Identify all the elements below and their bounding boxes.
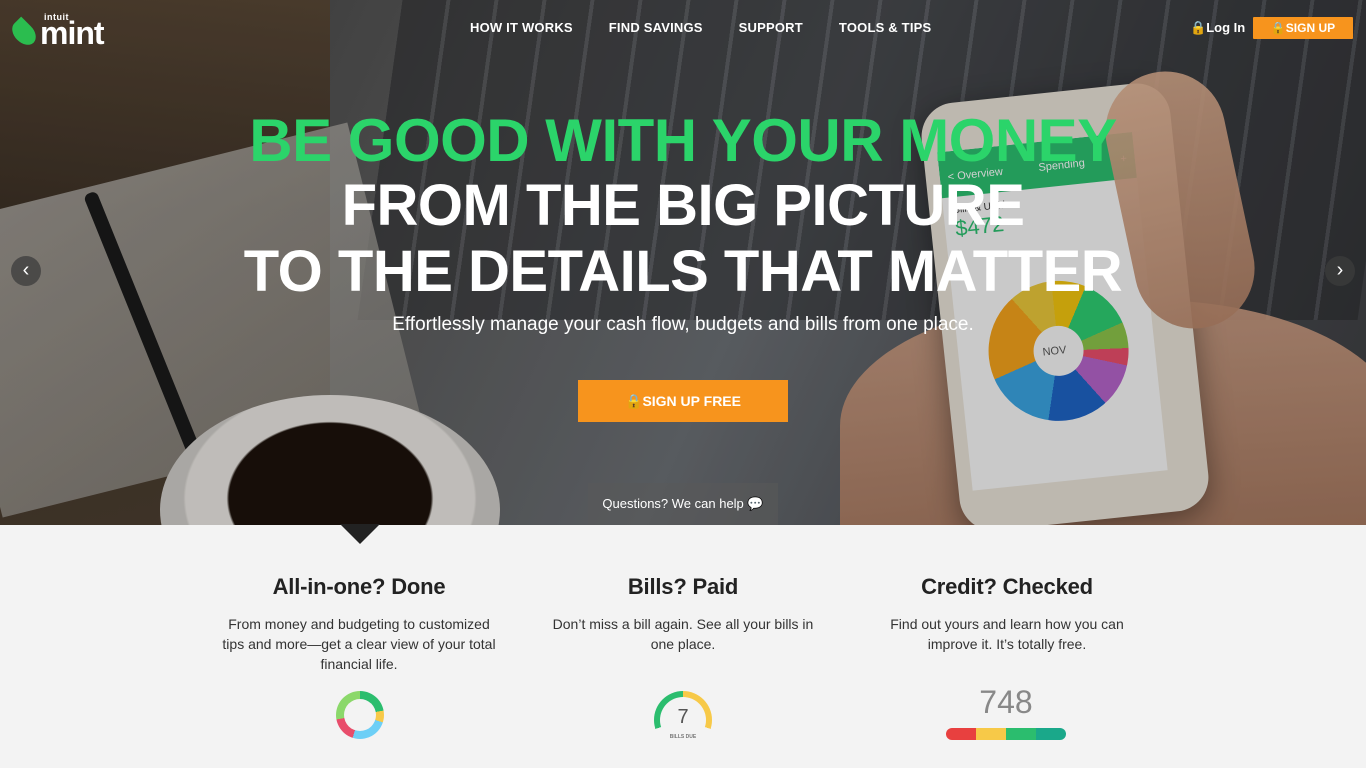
main-nav: HOW IT WORKS FIND SAVINGS SUPPORT TOOLS …: [470, 20, 931, 35]
lock-icon: 🔒: [1270, 21, 1286, 35]
hero-headline-line1: FROM THE BIG PICTURE: [341, 173, 1025, 238]
nav-tools-tips[interactable]: TOOLS & TIPS: [839, 20, 931, 35]
login-label: Log In: [1206, 20, 1246, 35]
help-chat-button[interactable]: Questions? We can help 💬: [588, 483, 778, 525]
nav-how-it-works[interactable]: HOW IT WORKS: [470, 20, 573, 35]
feature-text: Find out yours and learn how you can imp…: [890, 616, 1124, 652]
feature-text: From money and budgeting to customized t…: [222, 616, 496, 672]
feature-title: Bills? Paid: [627, 574, 739, 599]
score-segment: [946, 728, 976, 740]
chevron-left-icon: ‹: [22, 259, 30, 281]
signup-free-button[interactable]: 🔒SIGN UP FREE: [578, 380, 788, 422]
bills-due-count: 7: [677, 706, 689, 728]
nav-find-savings[interactable]: FIND SAVINGS: [609, 20, 703, 35]
intuit-wordmark: intuit: [44, 12, 69, 22]
score-segment: [1036, 728, 1066, 740]
credit-score: 748: [979, 684, 1033, 720]
signup-label: SIGN UP: [1285, 21, 1336, 35]
section-pointer: [340, 524, 380, 544]
hero-subtitle: Effortlessly manage your cash flow, budg…: [392, 314, 974, 335]
mint-leaf-icon: [7, 16, 41, 50]
bills-due-label: BILLS DUE: [669, 734, 697, 740]
feature-bills: Bills? Paid Don’t miss a bill again. See…: [543, 574, 823, 654]
feature-title: Credit? Checked: [921, 574, 1093, 599]
lock-icon: 🔒: [625, 393, 643, 409]
carousel-prev-button[interactable]: ‹: [11, 256, 41, 286]
score-segment: [976, 728, 1006, 740]
chat-bubble-icon: 💬: [747, 496, 764, 511]
feature-credit: Credit? Checked Find out yours and learn…: [867, 574, 1147, 654]
help-label: Questions? We can help: [602, 496, 744, 511]
signup-button[interactable]: 🔒SIGN UP: [1253, 17, 1353, 39]
signup-free-label: SIGN UP FREE: [642, 393, 741, 409]
nav-support[interactable]: SUPPORT: [739, 20, 803, 35]
feature-all-in-one: All-in-one? Done From money and budgetin…: [219, 574, 499, 674]
credit-score-bar: [946, 728, 1066, 740]
score-segment: [1006, 728, 1036, 740]
feature-title: All-in-one? Done: [272, 574, 446, 599]
carousel-next-button[interactable]: ›: [1325, 256, 1355, 286]
feature-text: Don’t miss a bill again. See all your bi…: [552, 616, 814, 652]
lock-icon: 🔒: [1190, 20, 1207, 35]
hero-headline-green: BE GOOD WITH YOUR MONEY: [249, 107, 1117, 174]
hero-headline-line2: TO THE DETAILS THAT MATTER: [243, 239, 1123, 304]
budget-donut-icon: [336, 691, 384, 739]
mint-logo[interactable]: intuit mint: [7, 10, 105, 50]
login-link[interactable]: 🔒Log In: [1190, 20, 1245, 36]
chevron-right-icon: ›: [1336, 259, 1344, 281]
